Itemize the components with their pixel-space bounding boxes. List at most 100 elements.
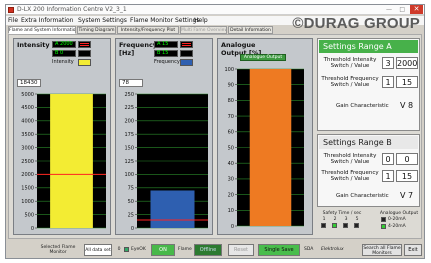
maximize-icon[interactable]: □ (399, 6, 405, 13)
eyeok-indicator (124, 247, 129, 252)
tab-flame-system-information[interactable]: Flame and System Information (8, 26, 76, 34)
frequency-title: Frequency (119, 41, 158, 49)
settings-range-a-panel: Settings Range A Threshold Intensity Swi… (317, 38, 420, 131)
legend-frequency-label: Frequency (154, 59, 180, 65)
intensity-tick-label: 0 (31, 226, 34, 232)
threshold-frequency-switch-field[interactable]: 1 (382, 76, 394, 88)
window-title: D-LX 200 Information Centre V2_3_1 (17, 6, 127, 13)
tab-multi-flame-overview: Multi Fame Overview (180, 26, 227, 34)
safety-time-2-label: 2 (333, 217, 337, 222)
threshold-intensity-value-field[interactable]: 2000 (396, 57, 418, 69)
analogue-4-20-indicator (381, 224, 386, 229)
analogue-tick-label: 0 (231, 224, 234, 230)
intensity-tick-label: 1000 (21, 199, 34, 205)
gain-characteristic-label: Gain Characteristic (336, 193, 389, 199)
tab-intensity-frequency-plot[interactable]: Intensity/Frequency Plot (117, 26, 179, 34)
menu-file[interactable]: File (8, 17, 18, 24)
safety-time-3-indicator (343, 223, 348, 228)
analogue-0-20-label: 0-20mA (388, 217, 406, 222)
intensity-tick-label: 3500 (21, 132, 34, 138)
threshold-frequency-value-field[interactable]: 15 (396, 76, 418, 88)
intensity-tick-label: 2000 (21, 172, 34, 178)
settings-range-b-title: Settings Range B (319, 136, 418, 149)
analogue-tick-label: 50 (228, 145, 234, 151)
frequency-tick-label: 225 (124, 105, 134, 111)
safety-time-5-indicator (354, 223, 359, 228)
legend-b-swatch: B 15 (154, 50, 178, 57)
intensity-tick-label: 4500 (21, 105, 34, 111)
offline-button[interactable]: Offline (194, 244, 222, 256)
flame-label: Flame (178, 247, 192, 252)
close-icon[interactable]: ✕ (410, 5, 423, 14)
analogue-tick-label: 10 (228, 208, 234, 214)
company-logo: ©DURAG GROUP (292, 15, 420, 32)
safety-time-2-indicator (332, 223, 337, 228)
intensity-tick-label: 1500 (21, 186, 34, 192)
double-line-red-icon (180, 41, 193, 48)
minimize-icon[interactable]: — (386, 6, 392, 13)
threshold-frequency-label: Threshold Frequency Switch / Value (321, 76, 379, 88)
on-indicator: ON (151, 244, 175, 256)
exit-button[interactable]: Exit (404, 244, 422, 256)
double-line-red-icon (78, 41, 91, 48)
frequency-tick-label: 0 (131, 226, 134, 232)
analogue-tick-label: 30 (228, 177, 234, 183)
single-save-mode-button[interactable]: Single Save Mode (258, 244, 300, 256)
legend-b-label: B 15 (157, 50, 169, 56)
safety-time-1-label: 1 (322, 217, 326, 222)
menu-flame-monitor-settings[interactable]: Flame Monitor Settings (130, 17, 200, 24)
frequency-tick-label: 175 (124, 132, 134, 138)
settings-range-a-title: Settings Range A (319, 40, 418, 53)
legend-a-swatch: A 2000 (52, 41, 76, 48)
threshold-frequency-value-field[interactable]: 15 (396, 170, 418, 182)
frequency-tick-label: 75 (128, 186, 134, 192)
safety-time-label: Safety Time / sec (322, 211, 362, 216)
legend-b-label: B 0 (55, 50, 64, 56)
threshold-frequency-switch-field[interactable]: 1 (382, 170, 394, 182)
threshold-intensity-value-field[interactable]: 0 (396, 153, 418, 165)
frequency-chart: 2502252001751501251007550250 (124, 92, 208, 232)
analogue-tick-label: 90 (228, 83, 234, 89)
selected-flame-monitor-field[interactable]: All data set (84, 244, 112, 256)
threshold-intensity-switch-field[interactable]: 3 (382, 57, 394, 69)
menu-system-settings[interactable]: System Settings (78, 17, 127, 24)
selected-flame-monitor-label: Selected Flame Monitor (40, 245, 76, 255)
reset-button[interactable]: Reset (228, 244, 254, 256)
frequency-tick-label: 250 (124, 92, 134, 98)
threshold-intensity-switch-field[interactable]: 0 (382, 153, 394, 165)
wave-yellow-icon (180, 50, 193, 66)
wave-yellow-icon (78, 50, 91, 66)
bar-yellow-icon (78, 59, 91, 66)
flame-system-pane: Intensity A 2000 B 0 Intensity 18430 500… (8, 34, 422, 239)
frequency-value-field: 78 (119, 79, 143, 87)
search-flame-monitors-button[interactable]: Search all Flame Monitors (362, 244, 402, 256)
menu-extra-information[interactable]: Extra Information (21, 17, 73, 24)
analogue-tick-label: 100 (224, 67, 234, 73)
analogue-tick-label: 40 (228, 161, 234, 167)
frequency-tick-label: 50 (128, 199, 134, 205)
threshold-intensity-label: Threshold Intensity Switch / Value (323, 57, 377, 69)
legend-b-swatch: B 0 (52, 50, 76, 57)
gain-characteristic-value: V 7 (400, 191, 414, 200)
threshold-frequency-label: Threshold Frequency Switch / Value (321, 170, 379, 182)
legend-a-label: A 2000 (55, 41, 73, 47)
legend-a-label: A 15 (157, 41, 169, 47)
analogue-output-label: Analogue Output (379, 211, 419, 216)
analogue-bar (249, 69, 292, 226)
intensity-tick-label: 2500 (21, 159, 34, 165)
intensity-tick-label: 3000 (21, 145, 34, 151)
safety-time-3-label: 3 (344, 217, 348, 222)
tab-timing-diagram[interactable]: Timing Diagram (77, 26, 116, 34)
intensity-panel: Intensity A 2000 B 0 Intensity 18430 500… (13, 38, 111, 235)
frequency-tick-label: 25 (128, 212, 134, 218)
eyeok-label: EyeOK (131, 247, 146, 252)
frequency-tick-label: 100 (124, 172, 134, 178)
intensity-chart: 5000450040003500300025002000150010005000 (21, 92, 106, 232)
tab-detail-information[interactable]: Detail Information (228, 26, 273, 34)
menu-help[interactable]: Help (194, 17, 208, 24)
safety-time-1-indicator (321, 223, 326, 228)
intensity-tick-label: 4000 (21, 119, 34, 125)
frequency-tick-label: 150 (124, 145, 134, 151)
analogue-output-button[interactable]: Analogue Output (240, 54, 286, 61)
bar-blue-icon (180, 59, 193, 66)
